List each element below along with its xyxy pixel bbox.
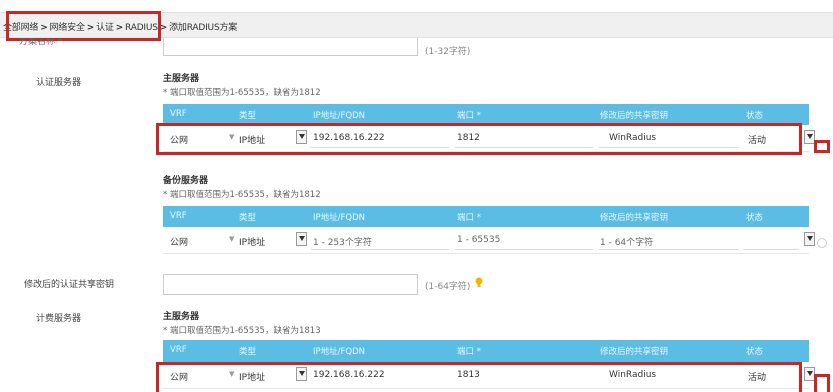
auth-key-input[interactable] [163,274,418,295]
col-key: 修改后的共享密钥 [600,347,669,357]
auth-backup-table: VRF 类型 IP地址/FQDN 端口 * 修改后的共享密钥 状态 公网 ▼ I… [163,206,815,254]
acct-primary-add-button-highlight[interactable] [814,374,830,392]
auth-server-label: 认证服务器 [36,78,82,88]
col-vrf: VRF [170,211,187,221]
acct-primary-highlight-box [156,362,802,392]
scheme-name-hint: (1-32字符) [425,47,471,57]
col-type: 类型 [239,213,257,223]
auth-key-hint: (1-64字符) [425,282,471,292]
auth-primary-title: 主服务器 [163,74,200,84]
breadcrumb-highlight-box [6,11,161,41]
remove-row-icon[interactable] [817,238,827,248]
type-select[interactable]: IP地址 [239,235,265,248]
table-header: VRF 类型 IP地址/FQDN 端口 * 修改后的共享密钥 状态 [163,340,809,362]
lightbulb-icon [475,277,483,287]
status-field-underline [743,249,799,250]
port-input[interactable]: 1 - 65535 [457,235,500,245]
acct-primary-title: 主服务器 [163,312,200,322]
col-vrf: VRF [170,109,187,119]
col-type: 类型 [239,347,257,357]
col-port: 端口 * [457,213,481,223]
col-status: 状态 [746,213,764,223]
acct-primary-note: * 端口取值范围为1-65535，缺省为1813 [163,326,321,336]
table-header: VRF 类型 IP地址/FQDN 端口 * 修改后的共享密钥 状态 [163,104,809,125]
col-key: 修改后的共享密钥 [600,213,669,223]
auth-backup-title: 备份服务器 [163,176,209,186]
col-ip: IP地址/FQDN [313,213,365,223]
col-vrf: VRF [170,345,187,355]
col-status: 状态 [746,347,764,357]
table-row: 公网 ▼ IP地址 1 - 253个字符 1 - 65535 1 - 64个字符 [163,227,815,254]
col-ip: IP地址/FQDN [313,347,365,357]
auth-primary-add-button-highlight[interactable] [814,140,830,153]
ip-input[interactable]: 1 - 253个字符 [313,235,372,248]
auth-key-label: 修改后的认证共享密钥 [24,280,115,290]
ip-field-underline [311,249,449,250]
col-type: 类型 [239,111,257,121]
col-ip: IP地址/FQDN [313,111,365,121]
port-field-underline [455,249,593,250]
table-header: VRF 类型 IP地址/FQDN 端口 * 修改后的共享密钥 状态 [163,206,809,227]
type-dropdown-icon[interactable] [296,232,307,246]
scheme-name-input[interactable] [163,38,418,56]
col-status: 状态 [746,111,764,121]
acct-server-label: 计费服务器 [36,314,82,324]
auth-primary-highlight-box [156,123,802,155]
auth-primary-note: * 端口取值范围为1-65535，缺省为1812 [163,88,321,98]
col-port: 端口 * [457,347,481,357]
key-input[interactable]: 1 - 64个字符 [600,235,653,248]
key-field-underline [599,249,739,250]
col-key: 修改后的共享密钥 [600,111,669,121]
status-dropdown-icon[interactable] [804,232,815,246]
vrf-select[interactable]: 公网 [170,235,188,248]
auth-backup-note: * 端口取值范围为1-65535，缺省为1812 [163,190,321,200]
col-port: 端口 * [457,111,481,121]
vrf-caret-icon[interactable]: ▼ [229,235,234,243]
breadcrumb-current: 添加RADIUS方案 [169,23,238,33]
